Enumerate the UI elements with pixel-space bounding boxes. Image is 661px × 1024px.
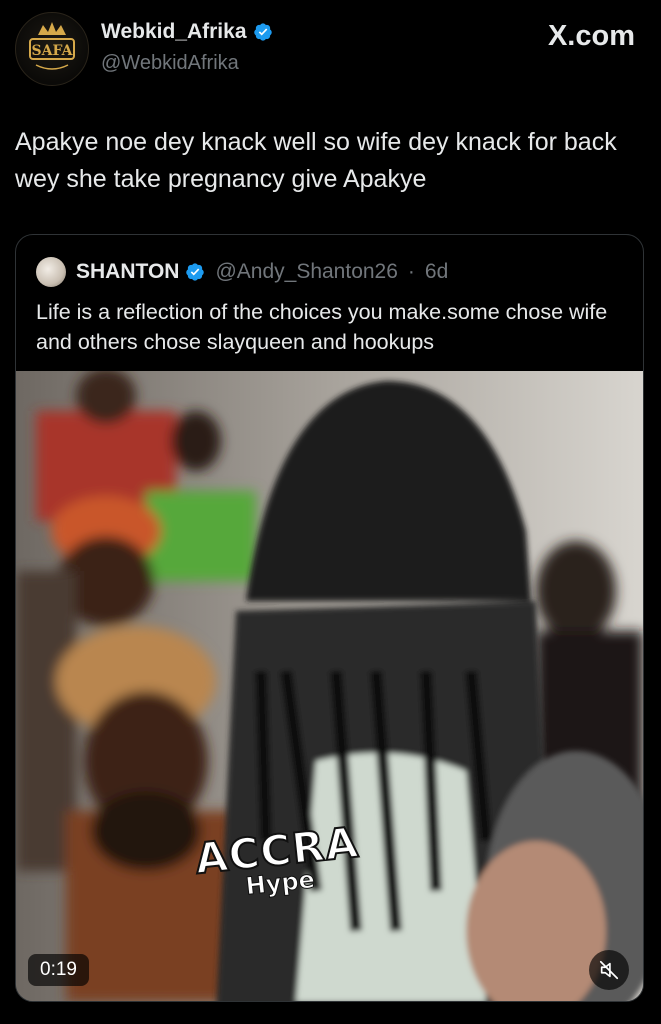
quoted-handle[interactable]: @Andy_Shanton26 bbox=[215, 260, 397, 284]
site-label: X.com bbox=[547, 20, 635, 52]
quoted-tweet-text: Life is a reflection of the choices you … bbox=[36, 300, 608, 354]
quoted-tweet-card[interactable]: SHANTON @Andy_Shanton26 · 6d Life is a r… bbox=[15, 234, 644, 1002]
quoted-display-name[interactable]: SHANTON bbox=[76, 260, 179, 284]
mute-toggle-button[interactable] bbox=[589, 950, 629, 990]
video-duration-badge: 0:19 bbox=[28, 954, 89, 986]
svg-text:SAFA: SAFA bbox=[32, 43, 74, 59]
tweet-text: Apakye noe dey knack well so wife dey kn… bbox=[15, 128, 617, 193]
user-avatar[interactable]: SAFA bbox=[15, 12, 89, 86]
safa-logo-icon: SAFA bbox=[29, 22, 75, 70]
video-frame bbox=[16, 371, 643, 1001]
verified-badge-icon bbox=[253, 22, 273, 42]
speaker-muted-icon bbox=[599, 960, 619, 980]
video-player[interactable]: ACCRA Hype 0:19 bbox=[16, 371, 643, 1001]
verified-badge-icon bbox=[185, 262, 205, 282]
quoted-user-avatar[interactable] bbox=[36, 257, 66, 287]
quoted-timestamp[interactable]: 6d bbox=[425, 260, 448, 284]
display-name-text: Webkid_Afrika bbox=[101, 20, 247, 43]
user-handle[interactable]: @WebkidAfrika bbox=[101, 52, 239, 75]
time-separator: · bbox=[407, 260, 415, 283]
tweet-screenshot: SAFA Webkid_Afrika @WebkidAfrika X.com A… bbox=[0, 0, 661, 1024]
display-name[interactable]: Webkid_Afrika bbox=[101, 20, 273, 44]
quoted-tweet-header: SHANTON @Andy_Shanton26 · 6d bbox=[36, 257, 448, 287]
